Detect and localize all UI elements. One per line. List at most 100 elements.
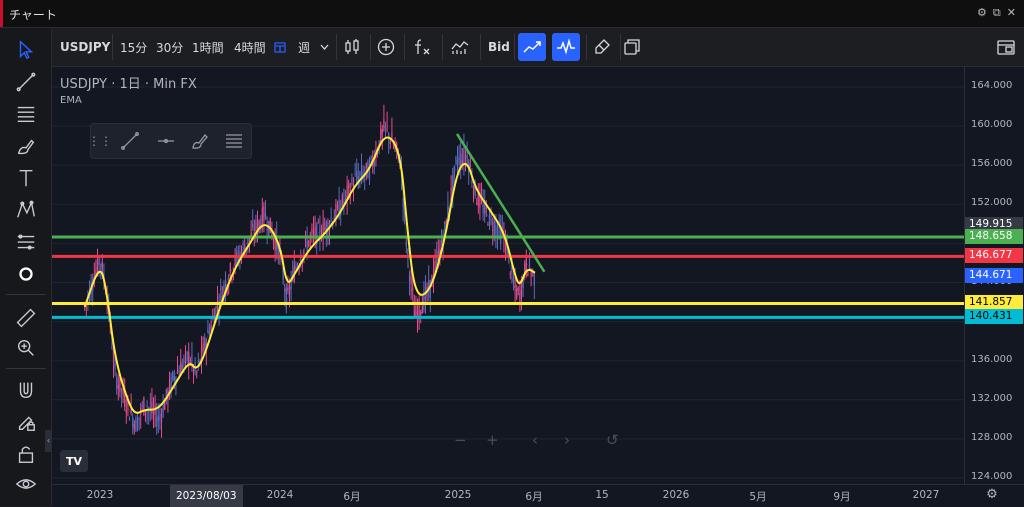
- close-icon[interactable]: ✕: [1007, 6, 1016, 20]
- candle-body: [493, 221, 495, 236]
- shape-circle-icon[interactable]: [9, 260, 43, 288]
- scroll-left-control-icon[interactable]: ‹: [532, 431, 538, 449]
- candle-body: [197, 360, 199, 363]
- price-tick-label: 160.000: [971, 119, 1013, 131]
- time-tick-label: 9月: [833, 491, 851, 503]
- popout-icon[interactable]: ⧉: [993, 6, 1001, 20]
- candle-body: [492, 229, 494, 231]
- candle-body: [490, 215, 492, 218]
- cursor-tool-icon[interactable]: [9, 36, 43, 64]
- indicator-templates-icon[interactable]: [446, 33, 474, 61]
- ruler-icon[interactable]: [9, 304, 43, 332]
- candle-body: [421, 306, 423, 314]
- price-badge: 140.431: [965, 309, 1023, 325]
- candle-body: [242, 243, 244, 246]
- price-series-line: [84, 125, 536, 425]
- interval-1h-button[interactable]: 1時間: [192, 28, 224, 66]
- compare-add-icon[interactable]: [372, 33, 400, 61]
- time-tick-label: 6月: [343, 491, 361, 503]
- candle-body: [356, 171, 358, 179]
- zoom-in-control-icon[interactable]: +: [486, 431, 499, 449]
- drag-handle-icon[interactable]: ⋮⋮: [88, 128, 112, 154]
- price-badge: 141.857: [965, 295, 1023, 311]
- scroll-right-control-icon[interactable]: ›: [564, 431, 570, 449]
- candle-body: [487, 224, 489, 226]
- trend-chart-icon[interactable]: [518, 33, 546, 61]
- candle-body: [482, 204, 484, 214]
- interval-4h-button[interactable]: 4時間: [234, 28, 266, 66]
- tradingview-logo[interactable]: TV: [60, 450, 88, 472]
- float-fib-icon[interactable]: [221, 128, 247, 154]
- candle-body: [455, 158, 457, 162]
- candle-body: [117, 385, 119, 389]
- candle-body: [412, 288, 414, 290]
- candle-body: [188, 351, 190, 365]
- fib-tool-icon[interactable]: [9, 100, 43, 128]
- price-tick-label: 156.000: [971, 158, 1013, 170]
- candle-body: [351, 177, 353, 185]
- settings-icon[interactable]: ⚙: [977, 6, 987, 20]
- calendar-icon[interactable]: [274, 28, 286, 66]
- candle-body: [133, 423, 135, 431]
- axis-settings-icon[interactable]: ⚙: [986, 487, 998, 502]
- price-badge: 144.671: [965, 267, 1023, 283]
- candle-body: [287, 287, 289, 291]
- window-titlebar: チャート ⚙ ⧉ ✕: [0, 0, 1024, 28]
- magnet-icon[interactable]: [9, 376, 43, 404]
- toolbar-divider: [112, 34, 113, 60]
- trend-line-tool-icon[interactable]: [9, 68, 43, 96]
- ema-line: [83, 136, 536, 414]
- interval-30m-button[interactable]: 30分: [156, 28, 183, 66]
- toolbar-divider: [6, 294, 46, 295]
- candle-body: [509, 272, 511, 276]
- zoom-in-icon[interactable]: [9, 334, 43, 362]
- candle-body: [418, 299, 420, 316]
- candle-body: [292, 271, 294, 274]
- prediction-tool-icon[interactable]: [9, 228, 43, 256]
- float-horizontal-ray-icon[interactable]: [153, 128, 179, 154]
- interval-15m-button[interactable]: 15分: [120, 28, 147, 66]
- float-brush-icon[interactable]: [187, 128, 213, 154]
- floating-drawing-toolbar: ⋮⋮: [88, 123, 252, 159]
- price-axis[interactable]: 164.000160.000156.000152.000148.000144.0…: [964, 67, 1024, 484]
- zoom-out-control-icon[interactable]: −: [454, 431, 467, 449]
- indicators-fx-icon[interactable]: [408, 33, 436, 61]
- candle-body: [263, 205, 265, 221]
- candle-body: [252, 223, 254, 228]
- unlock-icon[interactable]: [9, 440, 43, 468]
- float-trend-line-icon[interactable]: [117, 128, 143, 154]
- price-tick-label: 132.000: [971, 392, 1013, 404]
- clear-drawings-icon[interactable]: [588, 33, 616, 61]
- titlebar-accent: [0, 0, 3, 27]
- chart-plot-area[interactable]: USDJPY · 1日 · Min FX EMA ⋮⋮ − + ‹ › ↺ TV: [52, 67, 964, 484]
- layout-icon[interactable]: [992, 33, 1020, 61]
- candle-body: [389, 141, 391, 144]
- time-tick-label: 2025: [444, 489, 472, 501]
- toolbar-divider: [370, 34, 371, 60]
- brush-tool-icon[interactable]: [9, 132, 43, 160]
- candle-type-icon[interactable]: [338, 33, 366, 61]
- ema-legend[interactable]: EMA: [60, 95, 82, 106]
- toolbar-divider: [404, 34, 405, 60]
- candle-body: [485, 207, 487, 209]
- snapshot-icon[interactable]: [618, 33, 646, 61]
- trend-line: [455, 133, 546, 273]
- candle-body: [516, 288, 518, 299]
- time-axis[interactable]: 20279月5月2026156月20256月202462023 2023/08/…: [52, 484, 1024, 507]
- symbol-button[interactable]: USDJPY: [60, 28, 110, 66]
- lock-drawing-icon[interactable]: [9, 408, 43, 436]
- eye-icon[interactable]: [9, 470, 43, 498]
- collapse-toolbar-icon[interactable]: ‹: [45, 430, 52, 452]
- pulse-chart-icon[interactable]: [552, 33, 580, 61]
- candle-body: [386, 125, 388, 127]
- candle-body: [229, 263, 231, 273]
- candle-body: [384, 122, 387, 124]
- reset-chart-icon[interactable]: ↺: [606, 431, 619, 449]
- candle-body: [530, 272, 532, 277]
- interval-dropdown-icon[interactable]: [320, 28, 329, 66]
- candle-body: [359, 172, 361, 176]
- bid-button[interactable]: Bid: [488, 28, 510, 66]
- text-tool-icon[interactable]: [9, 164, 43, 192]
- pattern-tool-icon[interactable]: [9, 196, 43, 224]
- interval-week-button[interactable]: 週: [298, 28, 310, 66]
